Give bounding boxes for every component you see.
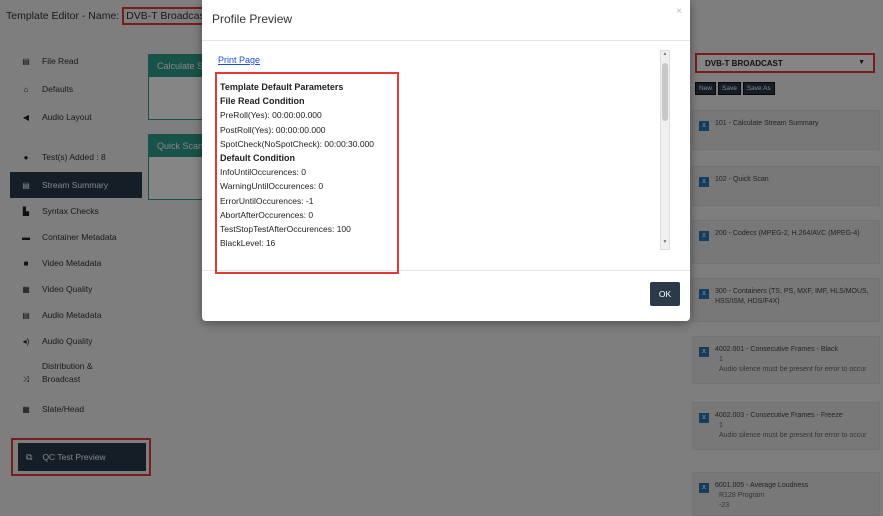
- close-icon[interactable]: ×: [676, 6, 682, 17]
- print-page-link[interactable]: Print Page: [218, 55, 260, 65]
- param-line: PostRoll(Yes): 00:00:00.000: [220, 124, 326, 135]
- param-line: TestStopTestAfterOccurences: 100: [220, 224, 351, 235]
- param-line: AbortAfterOccurences: 0: [220, 209, 314, 220]
- param-line: ErrorUntilOccurences: -1: [220, 195, 314, 206]
- template-parameters: Template Default Parameters File Read Co…: [220, 80, 396, 250]
- default-heading: Default Condition: [220, 153, 295, 164]
- scroll-up-icon[interactable]: ▲: [661, 51, 669, 61]
- param-line: BlackLevel: 16: [220, 238, 276, 249]
- modal-title: Profile Preview: [212, 12, 293, 26]
- scroll-down-icon[interactable]: ▼: [661, 239, 669, 249]
- scrollbar-thumb[interactable]: [662, 63, 668, 121]
- param-line: SpotCheck(NoSpotCheck): 00:00:30.000: [220, 138, 375, 149]
- param-line: WarningUntilOccurences: 0: [220, 181, 324, 192]
- param-line: PreRoll(Yes): 00:00:00.000: [220, 110, 322, 121]
- file-read-heading: File Read Condition: [220, 96, 305, 107]
- scrollbar[interactable]: ▲ ▼: [660, 50, 670, 250]
- divider: [202, 40, 690, 41]
- param-line: InfoUntilOccurences: 0: [220, 167, 306, 178]
- ok-button[interactable]: OK: [650, 282, 680, 306]
- params-heading: Template Default Parameters: [220, 82, 344, 92]
